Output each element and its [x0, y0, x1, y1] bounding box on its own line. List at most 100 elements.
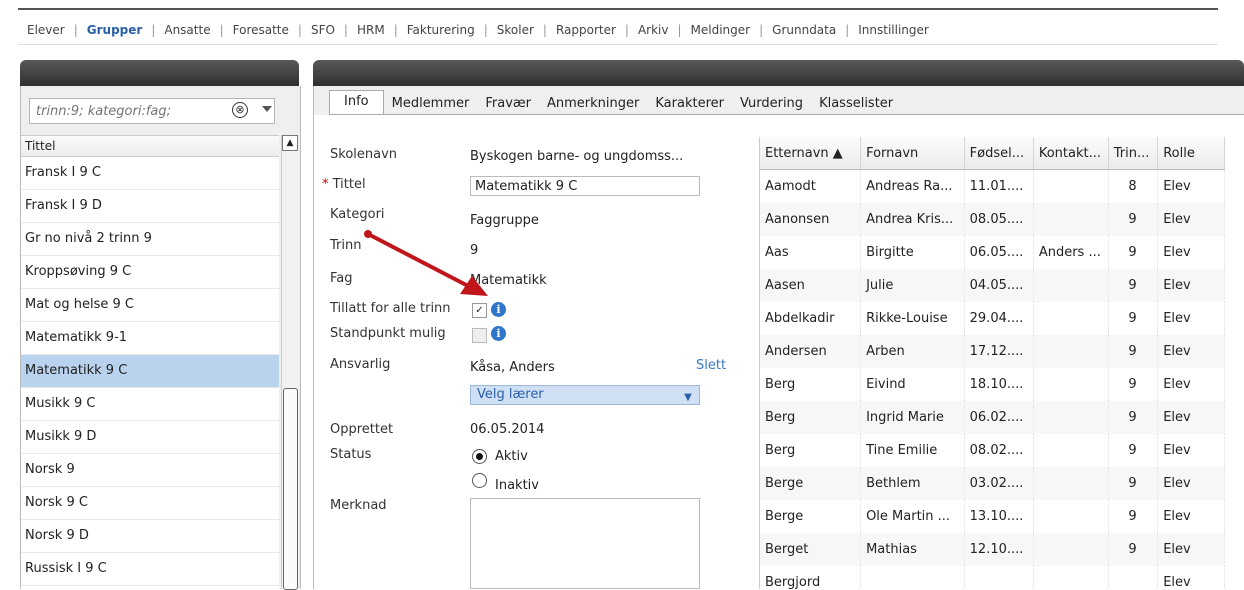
- list-item[interactable]: Norsk 9: [21, 454, 279, 487]
- column-header[interactable]: Kontakt...: [1033, 137, 1109, 170]
- table-cell: Tine Emilie: [860, 434, 965, 467]
- table-row[interactable]: Berge Ole Martin ... 13.10.... 9 Elev: [760, 500, 1225, 533]
- group-list-panel: ⊗ Tittel Fransk I 9 CFransk I 9 DGr no n…: [20, 86, 301, 590]
- table-cell: Berge: [760, 500, 862, 533]
- list-item[interactable]: Norsk 9 D: [21, 520, 279, 553]
- tab-vurdering[interactable]: Vurdering: [732, 93, 811, 114]
- table-row[interactable]: Berget Mathias 12.10.... 9 Elev: [760, 533, 1225, 566]
- nav-item-meldinger[interactable]: Meldinger: [682, 23, 760, 37]
- status-inaktiv-radio[interactable]: [472, 473, 487, 488]
- nav-item-grupper[interactable]: Grupper: [78, 23, 152, 37]
- nav-item-skoler[interactable]: Skoler: [488, 23, 543, 37]
- merknad-textarea[interactable]: [470, 498, 700, 589]
- nav-item-arkiv[interactable]: Arkiv: [629, 23, 678, 37]
- velg-laerer-select[interactable]: Velg lærer ▼: [470, 385, 700, 405]
- table-row[interactable]: Aanonsen Andrea Kris... 08.05.... 9 Elev: [760, 203, 1225, 236]
- column-header[interactable]: Rolle: [1157, 137, 1225, 170]
- nav-item-fakturering[interactable]: Fakturering: [398, 23, 484, 37]
- table-cell: Elev: [1157, 203, 1225, 236]
- clear-search-icon[interactable]: ⊗: [232, 102, 248, 118]
- table-row[interactable]: Aasen Julie 04.05.... 9 Elev: [760, 269, 1225, 302]
- list-item[interactable]: Matematikk 9 C: [21, 355, 279, 388]
- info-icon[interactable]: i: [491, 302, 506, 317]
- opprettet-value: 06.05.2014: [470, 422, 545, 437]
- table-cell: 9: [1108, 500, 1159, 533]
- status-inaktiv-label: Inaktiv: [495, 478, 539, 493]
- table-row[interactable]: Andersen Arben 17.12.... 9 Elev: [760, 335, 1225, 368]
- table-row[interactable]: Berge Bethlem 03.02.... 9 Elev: [760, 467, 1225, 500]
- table-cell: Bergjord: [760, 566, 862, 589]
- table-cell: Elev: [1157, 467, 1225, 500]
- scroll-up-icon[interactable]: ▲: [282, 135, 298, 151]
- nav-item-ansatte[interactable]: Ansatte: [155, 23, 219, 37]
- info-icon[interactable]: i: [491, 326, 506, 341]
- standpunkt-checkbox[interactable]: [472, 328, 487, 343]
- table-cell: Aasen: [760, 269, 862, 302]
- list-item[interactable]: Mat og helse 9 C: [21, 289, 279, 322]
- list-item[interactable]: Norsk 9 C: [21, 487, 279, 520]
- list-item[interactable]: Fransk I 9 C: [21, 157, 279, 190]
- nav-item-sfo[interactable]: SFO: [302, 23, 344, 37]
- tab-karakterer[interactable]: Karakterer: [647, 93, 732, 114]
- tillatt-label: Tillatt for alle trinn: [330, 301, 451, 316]
- nav-item-foresatte[interactable]: Foresatte: [224, 23, 298, 37]
- tittel-label: Tittel: [332, 177, 366, 192]
- table-cell: Elev: [1157, 335, 1225, 368]
- table-cell: 9: [1108, 236, 1159, 269]
- search-box[interactable]: ⊗: [29, 98, 275, 124]
- nav-item-hrm[interactable]: HRM: [348, 23, 394, 37]
- table-row[interactable]: Berg Ingrid Marie 06.02.... 9 Elev: [760, 401, 1225, 434]
- table-cell: 13.10....: [964, 500, 1034, 533]
- table-cell: [1033, 302, 1109, 335]
- table-row[interactable]: Berg Tine Emilie 08.02.... 9 Elev: [760, 434, 1225, 467]
- list-item[interactable]: Kroppsøving 9 C: [21, 256, 279, 289]
- column-header[interactable]: Fornavn: [860, 137, 965, 170]
- table-row[interactable]: Bergjord Elev: [760, 566, 1225, 589]
- tab-info[interactable]: Info: [329, 90, 384, 114]
- ansvarlig-value: Kåsa, Anders: [470, 360, 555, 375]
- table-cell: [1108, 566, 1159, 589]
- group-list: Tittel Fransk I 9 C Fransk I 9 D Gr no niv…: [21, 135, 279, 590]
- tab-fravær[interactable]: Fravær: [477, 93, 539, 114]
- list-item[interactable]: Matematikk 9-1: [21, 322, 279, 355]
- list-scrollbar[interactable]: ▲: [281, 135, 298, 590]
- table-cell: Rikke-Louise: [860, 302, 965, 335]
- table-row[interactable]: Aamodt Andreas Ra... 11.01.... 8 Elev: [760, 169, 1225, 203]
- tab-anmerkninger[interactable]: Anmerkninger: [539, 93, 647, 114]
- table-cell: Birgitte: [860, 236, 965, 269]
- list-item[interactable]: Russisk I 9 C: [21, 553, 279, 586]
- table-row[interactable]: Aas Birgitte 06.05.... Anders ... 9 Elev: [760, 236, 1225, 269]
- table-row[interactable]: Berg Eivind 18.10.... 9 Elev: [760, 368, 1225, 401]
- nav-item-innstillinger[interactable]: Innstillinger: [849, 23, 938, 37]
- search-input[interactable]: [34, 103, 228, 120]
- table-cell: 11.01....: [964, 169, 1034, 203]
- slett-link[interactable]: Slett: [696, 358, 726, 373]
- table-cell: 18.10....: [964, 368, 1034, 401]
- nav-item-elever[interactable]: Elever: [18, 23, 74, 37]
- list-column-header[interactable]: Tittel: [21, 136, 279, 157]
- column-header[interactable]: Trin...: [1108, 137, 1159, 170]
- list-item[interactable]: Musikk 9 D: [21, 421, 279, 454]
- table-cell: [860, 566, 965, 589]
- nav-item-rapporter[interactable]: Rapporter: [547, 23, 625, 37]
- scrollbar-thumb[interactable]: [283, 388, 298, 590]
- table-cell: [1033, 169, 1109, 203]
- status-aktiv-radio[interactable]: [472, 449, 487, 464]
- nav-item-grunndata[interactable]: Grunndata: [763, 23, 845, 37]
- table-cell: Berg: [760, 401, 862, 434]
- list-item[interactable]: Gr no nivå 2 trinn 9: [21, 223, 279, 256]
- table-row[interactable]: Abdelkadir Rikke-Louise 29.04.... 9 Elev: [760, 302, 1225, 335]
- required-marker: *: [322, 177, 333, 192]
- tab-klasselister[interactable]: Klasselister: [811, 93, 901, 114]
- list-item[interactable]: Fransk I 9 D: [21, 190, 279, 223]
- search-dropdown-icon[interactable]: [262, 106, 272, 112]
- tillatt-checkbox[interactable]: ✓: [472, 303, 487, 318]
- table-cell: Elev: [1157, 401, 1225, 434]
- list-item[interactable]: Musikk 9 C: [21, 388, 279, 421]
- tab-medlemmer[interactable]: Medlemmer: [384, 93, 478, 114]
- tittel-field[interactable]: Matematikk 9 C: [470, 176, 700, 196]
- table-cell: [1033, 203, 1109, 236]
- table-cell: 8: [1108, 169, 1159, 203]
- column-header[interactable]: Fødsel...: [964, 137, 1034, 170]
- column-header[interactable]: Etternavn ▲: [760, 137, 862, 170]
